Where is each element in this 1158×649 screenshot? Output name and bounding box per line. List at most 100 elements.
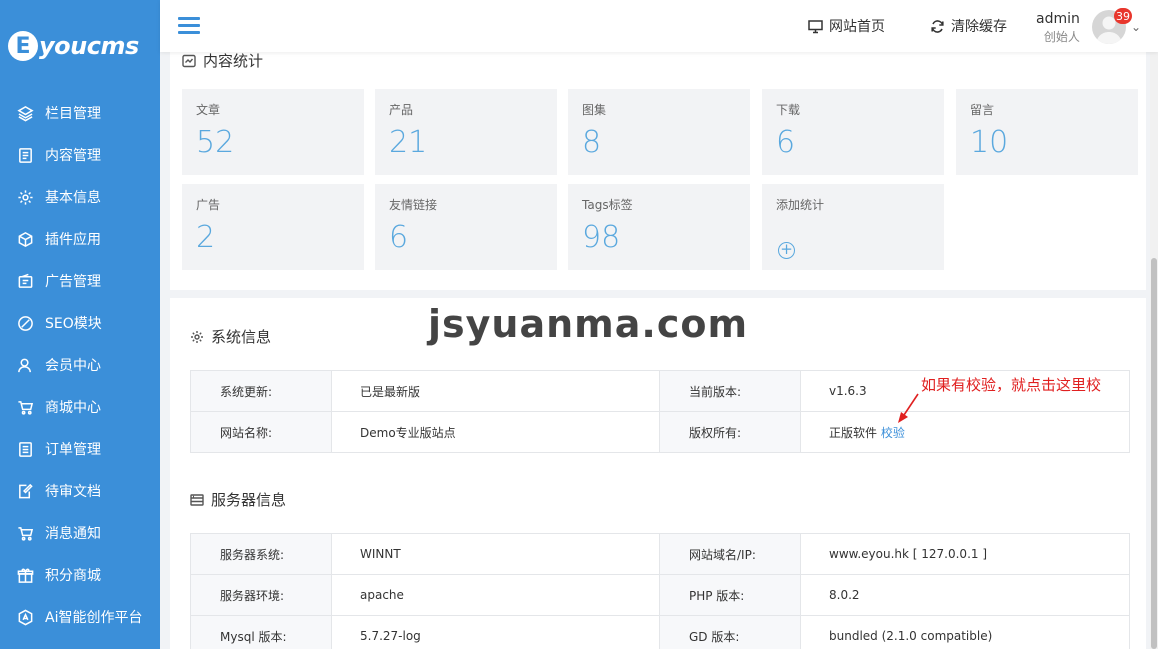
layers-icon — [16, 104, 34, 122]
server-info-title-label: 服务器信息 — [211, 491, 287, 509]
sidebar-nav: 栏目管理 内容管理 基本信息 插件应用 广告管理 SEO模块 会员中心 商城中心… — [0, 92, 160, 638]
chart-icon — [182, 54, 196, 67]
sidebar-item-basic-info[interactable]: 基本信息 — [0, 176, 160, 218]
table-value: apache — [331, 574, 660, 616]
stat-galleries[interactable]: 图集 8 — [568, 89, 750, 175]
stat-label: 添加统计 — [776, 198, 825, 212]
copyright-value: 正版软件 — [829, 425, 878, 440]
table-key: Mysql 版本: — [190, 615, 332, 649]
chevron-down-icon[interactable]: ⌄ — [1131, 20, 1141, 34]
ai-icon — [16, 608, 34, 626]
cart-icon — [16, 398, 34, 416]
stat-messages[interactable]: 留言 10 — [956, 89, 1138, 175]
table-key: 当前版本: — [659, 370, 801, 412]
table-value: WINNT — [331, 533, 660, 575]
sidebar-item-label: 待审文档 — [45, 484, 101, 500]
table-value: www.eyou.hk [ 127.0.0.1 ] — [800, 533, 1130, 575]
sidebar-item-members[interactable]: 会员中心 — [0, 344, 160, 386]
sidebar-item-shop[interactable]: 商城中心 — [0, 386, 160, 428]
stat-value: 10 — [970, 125, 1009, 160]
scrollbar[interactable] — [1150, 0, 1158, 649]
copyright-cell: 正版软件 校验 — [800, 411, 1130, 453]
gear-icon — [191, 330, 203, 343]
table-row: Mysql 版本: 5.7.27-log GD 版本: bundled (2.1… — [190, 615, 1130, 649]
cube-icon — [16, 230, 34, 248]
table-row: 服务器系统: WINNT 网站域名/IP: www.eyou.hk [ 127.… — [190, 533, 1130, 575]
scrollbar-thumb[interactable] — [1151, 258, 1157, 649]
system-info-title: 系统信息 — [190, 326, 271, 347]
list-icon — [16, 440, 34, 458]
stat-friend-links[interactable]: 友情链接 6 — [375, 184, 557, 270]
stats-title-label: 内容统计 — [203, 52, 264, 70]
stat-label: Tags标签 — [582, 198, 633, 212]
clear-cache-button[interactable]: 清除缓存 — [930, 16, 1007, 36]
stat-downloads[interactable]: 下载 6 — [762, 89, 944, 175]
sidebar-item-ai-platform[interactable]: Ai智能创作平台 — [0, 596, 160, 638]
verify-link[interactable]: 校验 — [881, 426, 905, 440]
site-home-label: 网站首页 — [829, 19, 885, 35]
table-key: 网站名称: — [190, 411, 332, 453]
server-info-table: 服务器系统: WINNT 网站域名/IP: www.eyou.hk [ 127.… — [190, 533, 1130, 649]
refresh-icon — [931, 19, 944, 33]
sidebar-item-label: 订单管理 — [45, 442, 101, 458]
sidebar-item-pending-docs[interactable]: 待审文档 — [0, 470, 160, 512]
sidebar-item-column[interactable]: 栏目管理 — [0, 92, 160, 134]
menu-toggle-icon[interactable] — [178, 17, 200, 35]
stat-value: 21 — [389, 125, 428, 160]
table-row: 服务器环境: apache PHP 版本: 8.0.2 — [190, 574, 1130, 616]
user-name: admin — [1036, 11, 1080, 27]
stat-articles[interactable]: 文章 52 — [182, 89, 364, 175]
table-value: bundled (2.1.0 compatible) — [800, 615, 1130, 649]
stats-title: 内容统计 — [182, 50, 263, 71]
sidebar-item-label: 会员中心 — [45, 358, 101, 374]
stat-value: 2 — [196, 220, 216, 255]
user-info[interactable]: admin 创始人 — [1036, 11, 1080, 45]
add-circle-icon[interactable]: + — [778, 242, 795, 259]
stat-label: 产品 — [389, 103, 414, 117]
monitor-icon — [808, 19, 823, 33]
stat-value: 98 — [582, 220, 621, 255]
table-value: 8.0.2 — [800, 574, 1130, 616]
logo[interactable]: E youcms — [0, 0, 160, 92]
table-value: 5.7.27-log — [331, 615, 660, 649]
sidebar-item-orders[interactable]: 订单管理 — [0, 428, 160, 470]
stat-value: 6 — [389, 220, 409, 255]
sidebar-item-notifications[interactable]: 消息通知 — [0, 512, 160, 554]
table-key: 网站域名/IP: — [659, 533, 801, 575]
system-info-title-label: 系统信息 — [211, 328, 272, 346]
sidebar-item-label: SEO模块 — [45, 316, 102, 332]
sidebar-item-seo[interactable]: SEO模块 — [0, 302, 160, 344]
stat-tags[interactable]: Tags标签 98 — [568, 184, 750, 270]
stats-card: 内容统计 文章 52 产品 21 图集 8 下载 6 留言 10 广告 2 友情… — [170, 40, 1146, 290]
notification-badge[interactable]: 39 — [1114, 8, 1132, 24]
stat-products[interactable]: 产品 21 — [375, 89, 557, 175]
sidebar-item-plugins[interactable]: 插件应用 — [0, 218, 160, 260]
stat-label: 广告 — [196, 198, 221, 212]
sidebar-item-points-mall[interactable]: 积分商城 — [0, 554, 160, 596]
user-role: 创始人 — [1043, 30, 1080, 44]
stat-label: 友情链接 — [389, 198, 438, 212]
table-key: 版权所有: — [659, 411, 801, 453]
ad-icon — [16, 272, 34, 290]
sidebar-item-label: 积分商城 — [45, 568, 101, 584]
gear-icon — [16, 188, 34, 206]
stat-add-statistic[interactable]: 添加统计 + — [762, 184, 944, 270]
stat-ads[interactable]: 广告 2 — [182, 184, 364, 270]
sidebar-item-ads[interactable]: 广告管理 — [0, 260, 160, 302]
server-icon — [190, 493, 204, 506]
logo-mark: E — [8, 31, 38, 61]
site-home-link[interactable]: 网站首页 — [808, 16, 885, 36]
logo-text: youcms — [39, 32, 139, 60]
server-info-title: 服务器信息 — [190, 489, 286, 510]
table-value: 已是最新版 — [331, 370, 660, 412]
stat-label: 留言 — [970, 103, 995, 117]
sidebar-item-label: 内容管理 — [45, 148, 101, 164]
sidebar-item-label: 基本信息 — [45, 190, 101, 206]
stat-label: 下载 — [776, 103, 801, 117]
table-key: GD 版本: — [659, 615, 801, 649]
edit-doc-icon — [16, 482, 34, 500]
sidebar-item-label: Ai智能创作平台 — [45, 610, 143, 626]
sidebar-item-content[interactable]: 内容管理 — [0, 134, 160, 176]
table-value: Demo专业版站点 — [331, 411, 660, 453]
table-key: 系统更新: — [190, 370, 332, 412]
